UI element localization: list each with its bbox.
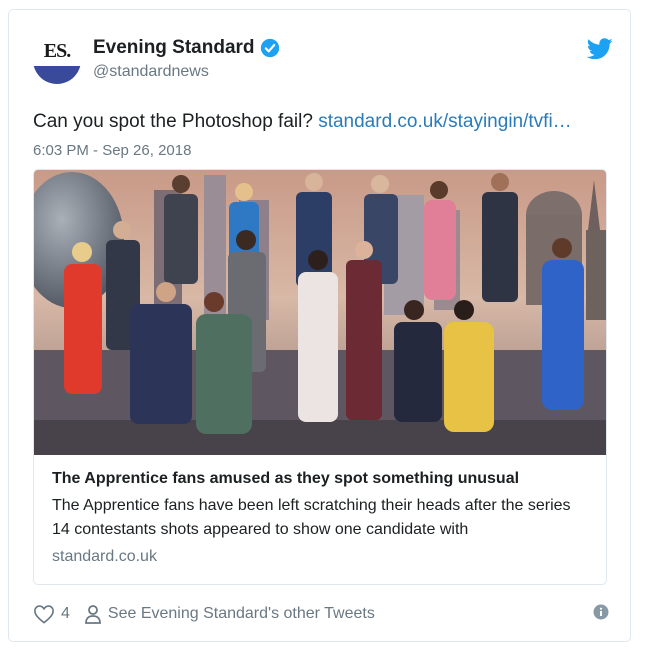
info-icon[interactable]	[593, 604, 609, 620]
card-description: The Apprentice fans have been left scrat…	[52, 497, 571, 538]
tweet-timestamp[interactable]: 6:03 PM - Sep 26, 2018	[33, 142, 191, 159]
embedded-tweet-card: ES. Evening Standard @standardnews Can y…	[8, 9, 631, 642]
tweet-link[interactable]: standard.co.uk/stayingin/tvfi…	[318, 111, 571, 132]
card-title[interactable]: The Apprentice fans amused as they spot …	[52, 468, 592, 490]
person-icon	[85, 605, 101, 624]
heart-icon[interactable]	[33, 604, 55, 624]
avatar-logo-text: ES.	[43, 40, 71, 62]
link-preview-card[interactable]: The Apprentice fans amused as they spot …	[33, 169, 607, 585]
verified-badge-icon	[260, 38, 279, 58]
screen-name[interactable]: @standardnews	[93, 63, 280, 81]
tweet-footer: 4 See Evening Standard's other Tweets	[33, 602, 613, 626]
tweet-body: Can you spot the Photoshop fail?	[33, 111, 319, 132]
display-name[interactable]: Evening Standard	[93, 37, 255, 59]
tweet-text: Can you spot the Photoshop fail? standar…	[33, 110, 613, 134]
like-count[interactable]: 4	[61, 605, 70, 623]
twitter-bird-icon[interactable]	[587, 38, 613, 60]
other-tweets-link[interactable]: See Evening Standard's other Tweets	[108, 605, 375, 623]
card-text: The Apprentice fans amused as they spot …	[52, 468, 592, 566]
avatar[interactable]: ES.	[33, 36, 81, 84]
card-domain: standard.co.uk	[52, 548, 157, 565]
group-photo-image	[34, 170, 606, 455]
author-names: Evening Standard @standardnews	[93, 36, 280, 81]
card-image[interactable]	[34, 170, 606, 455]
avatar-logo-band	[33, 66, 81, 84]
tweet-header: ES. Evening Standard @standardnews	[33, 32, 613, 92]
